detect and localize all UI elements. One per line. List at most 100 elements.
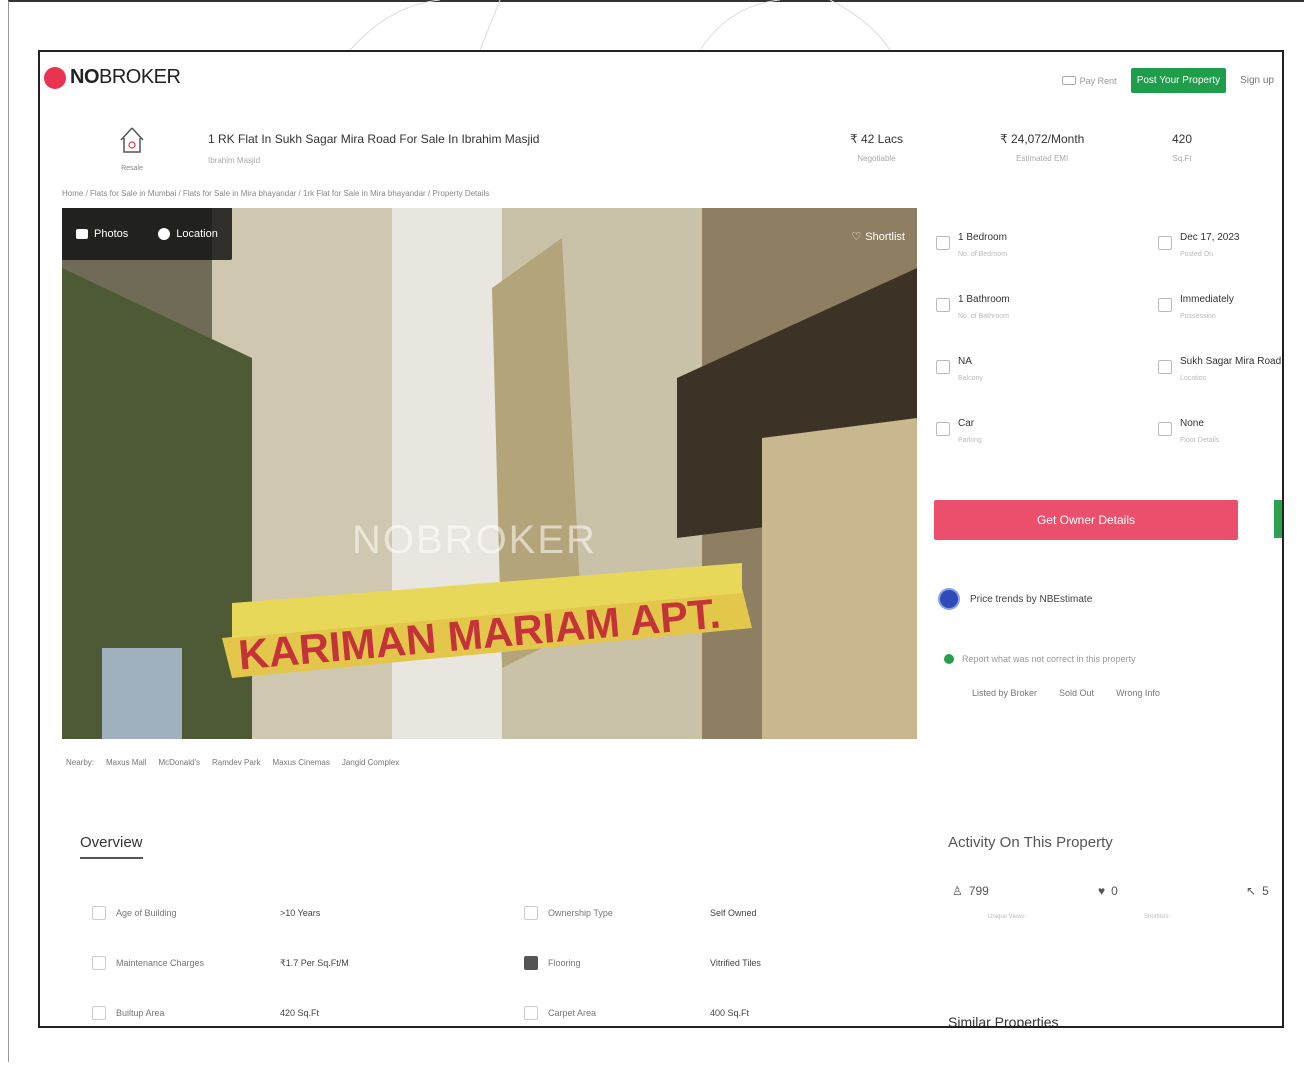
detail-value: 1 Bedroom — [958, 232, 1007, 243]
activity-contacts: ↖ 5 — [1246, 884, 1269, 898]
nearby-label: Nearby: — [66, 758, 95, 767]
detail-location: Sukh Sagar Mira Road Location — [1158, 356, 1281, 382]
detail-value: Car — [958, 418, 975, 429]
price-stat: ₹ 42 Lacs Negotiable — [850, 132, 903, 163]
emi-stat[interactable]: ₹ 24,072/Month Estimated EMI — [1000, 132, 1084, 163]
overview-item-ownership: Ownership Type — [524, 906, 613, 920]
report-row: Report what was not correct in this prop… — [944, 654, 1136, 664]
key-icon — [1158, 298, 1172, 312]
side-green-tab[interactable] — [1274, 500, 1282, 538]
area-value: 420 — [1172, 132, 1193, 146]
overview-item-age: Age of Building — [92, 906, 177, 920]
user-icon: ♙ — [952, 884, 963, 898]
activity-views: ♙ 799 — [952, 884, 989, 898]
overview-item-maintenance: Maintenance Charges — [92, 956, 204, 970]
detail-value: NA — [958, 356, 972, 367]
shortlist-button[interactable]: ♡ Shortlist — [851, 230, 905, 244]
contacts-count: 5 — [1262, 884, 1269, 898]
overview-value: Self Owned — [710, 908, 757, 918]
detail-bathroom: 1 Bathroom No. of Bathroom — [936, 294, 1010, 320]
report-listed-by-broker[interactable]: Listed by Broker — [972, 688, 1037, 698]
tab-location-label: Location — [176, 228, 218, 240]
get-owner-details-button[interactable]: Get Owner Details — [934, 500, 1238, 540]
emi-label: Estimated EMI — [1016, 154, 1069, 163]
detail-possession: Immediately Possession — [1158, 294, 1234, 320]
property-locality[interactable]: Ibrahim Masjid — [208, 156, 260, 165]
overview-label: Ownership Type — [548, 908, 613, 918]
map-pin-icon — [1158, 360, 1172, 374]
area-label: Sq.Ft — [1172, 154, 1192, 163]
overview-value: 420 Sq.Ft — [280, 1008, 320, 1018]
activity-shortlists: ♥ 0 — [1098, 884, 1118, 898]
property-title: 1 RK Flat In Sukh Sagar Mira Road For Sa… — [208, 132, 540, 146]
photo-tabs: Photos Location — [62, 208, 232, 260]
price-trends-label: Price trends by NBEstimate — [970, 593, 1093, 605]
tab-location[interactable]: Location — [158, 228, 218, 240]
nearby-place[interactable]: Maxus Mall — [106, 758, 146, 767]
views-count: 799 — [968, 884, 989, 898]
emi-value: ₹ 24,072/Month — [1000, 132, 1085, 146]
overview-value: ₹1.7 Per Sq.Ft/M — [280, 958, 349, 968]
price-label: Negotiable — [857, 154, 896, 163]
report-icon — [944, 654, 954, 664]
carpet-area-icon — [524, 1006, 538, 1020]
builtup-area-icon — [92, 1006, 106, 1020]
nearby-place[interactable]: Jangid Complex — [342, 758, 399, 767]
bath-icon — [936, 298, 950, 312]
price-trends-link[interactable]: Price trends by NBEstimate — [938, 588, 1092, 610]
property-photo[interactable]: KARIMAN MARIAM APT. Photos Location ♡ Sh… — [62, 208, 917, 739]
detail-label: No. of Bathroom — [958, 313, 1009, 320]
detail-label: Floor Details — [1180, 437, 1220, 444]
building-photo-illustration: KARIMAN MARIAM APT. — [62, 208, 917, 739]
bed-icon — [936, 236, 950, 250]
calendar-icon — [1158, 236, 1172, 250]
nearby-place[interactable]: Maxus Cinemas — [272, 758, 329, 767]
estimate-icon — [938, 588, 960, 610]
detail-value: Dec 17, 2023 — [1180, 232, 1240, 243]
heart-icon: ♡ — [851, 231, 862, 243]
overview-heading[interactable]: Overview — [80, 834, 143, 859]
signup-link[interactable]: Sign up — [1240, 75, 1274, 86]
detail-label: Location — [1180, 375, 1207, 382]
detail-bedroom: 1 Bedroom No. of Bedroom — [936, 232, 1007, 258]
detail-label: No. of Bedroom — [958, 251, 1008, 258]
detail-parking: Car Parking — [936, 418, 982, 444]
browser-window: NOBROKER Pay Rent Post Your Property Sig… — [38, 50, 1284, 1028]
camera-icon — [76, 229, 88, 239]
area-stat: 420 Sq.Ft — [1172, 132, 1192, 163]
watermark-arcs — [349, 0, 891, 50]
detail-label: Posted On — [1180, 251, 1214, 258]
resale-badge: Resale — [110, 124, 154, 172]
post-property-button[interactable]: Post Your Property — [1130, 68, 1227, 93]
report-label: Report what was not correct in this prop… — [962, 654, 1136, 664]
photo-watermark: NOBROKER — [352, 518, 597, 562]
nobroker-logo[interactable]: NOBROKER — [44, 66, 181, 89]
contact-icon: ↖ — [1246, 884, 1257, 898]
floor-icon — [1158, 422, 1172, 436]
building-age-icon — [92, 906, 106, 920]
tab-photos-label: Photos — [94, 228, 129, 240]
heart-filled-icon: ♥ — [1098, 884, 1106, 898]
detail-floor: None Floor Details — [1158, 418, 1219, 444]
breadcrumb[interactable]: Home / Flats for Sale in Mumbai / Flats … — [62, 189, 489, 198]
overview-value: >10 Years — [280, 908, 321, 918]
logo-text: NOBROKER — [70, 66, 181, 88]
car-icon — [936, 422, 950, 436]
pay-rent-label: Pay Rent — [1079, 75, 1117, 86]
report-wrong-info[interactable]: Wrong Info — [1116, 688, 1160, 698]
nearby-place[interactable]: McDonald's — [158, 758, 200, 767]
nearby-place[interactable]: Ramdev Park — [212, 758, 260, 767]
header-actions: Pay Rent Post Your Property Sign up — [1061, 68, 1274, 93]
location-icon — [158, 228, 171, 240]
card-icon — [1061, 76, 1076, 85]
overview-label: Builtup Area — [116, 1008, 165, 1018]
overview-label: Maintenance Charges — [116, 958, 205, 968]
tab-photos[interactable]: Photos — [76, 228, 128, 240]
report-sold-out[interactable]: Sold Out — [1059, 688, 1094, 698]
similar-properties-heading: Similar Properties — [948, 1014, 1059, 1028]
house-icon — [120, 127, 144, 153]
price-value: ₹ 42 Lacs — [850, 132, 903, 146]
detail-value: None — [1180, 418, 1204, 429]
pay-rent-link[interactable]: Pay Rent — [1061, 75, 1117, 86]
views-label: Unique Views — [988, 914, 1025, 920]
